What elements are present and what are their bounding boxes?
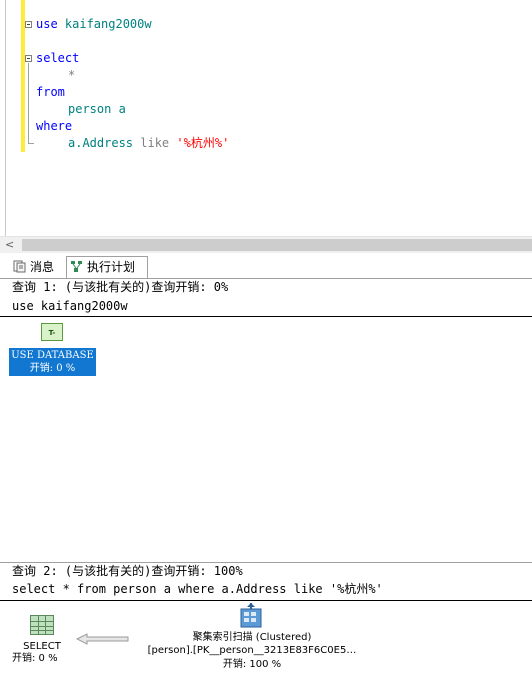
database-name: kaifang2000w bbox=[57, 17, 152, 31]
select-operator-icon[interactable] bbox=[30, 615, 54, 635]
code-line-4: from bbox=[36, 84, 65, 101]
tsql-icon[interactable]: T-SQL bbox=[41, 323, 63, 355]
scan-node-title: 聚集索引扫描 (Clustered) bbox=[192, 632, 312, 643]
column-ref: a.Address bbox=[68, 136, 134, 150]
code-line-2: select bbox=[36, 50, 79, 67]
query1-header: 查询 1: (与该批有关的)查询开销: 0% bbox=[12, 280, 229, 294]
query2-sql: select * from person a where a.Address l… bbox=[12, 582, 383, 596]
select-node-title: SELECT bbox=[23, 641, 61, 652]
query1-separator bbox=[0, 316, 532, 317]
query2-separator bbox=[0, 600, 532, 601]
string-literal: '%杭州%' bbox=[176, 136, 230, 150]
editor-horizontal-scrollbar[interactable]: < bbox=[0, 236, 532, 253]
use-database-node[interactable]: USE DATABASE 开销: 0 % bbox=[9, 348, 96, 376]
code-line-5: person a bbox=[68, 101, 126, 118]
query1-sql: use kaifang2000w bbox=[12, 299, 128, 313]
use-database-cost: 开销: 0 % bbox=[29, 363, 76, 374]
code-line-6: where bbox=[36, 118, 72, 135]
star: * bbox=[68, 68, 76, 82]
scroll-left-icon[interactable]: < bbox=[5, 237, 14, 253]
code-line-7: a.Address like '%杭州%' bbox=[68, 135, 229, 152]
editor-left-border bbox=[5, 0, 6, 236]
like-operator: like bbox=[133, 136, 177, 150]
clustered-index-scan-icon[interactable] bbox=[239, 603, 265, 631]
messages-icon bbox=[13, 260, 26, 273]
outline-line bbox=[28, 63, 29, 143]
data-flow-arrow-icon bbox=[76, 633, 129, 645]
keyword: select bbox=[36, 51, 80, 65]
results-tab-bar: 消息 执行计划 bbox=[0, 253, 532, 279]
outline-end bbox=[28, 143, 34, 144]
keyword: from bbox=[36, 85, 65, 99]
code-line-3: * bbox=[68, 67, 75, 84]
scan-node-cost: 开销: 100 % bbox=[222, 659, 282, 670]
select-node-cost: 开销: 0 % bbox=[12, 653, 58, 664]
keyword: use bbox=[36, 17, 58, 31]
table-alias: person a bbox=[68, 102, 126, 116]
keyword: where bbox=[36, 119, 73, 133]
tab-execution-plan[interactable]: 执行计划 bbox=[66, 256, 148, 278]
query2-header: 查询 2: (与该批有关的)查询开销: 100% bbox=[12, 564, 243, 578]
sql-editor[interactable]: use kaifang2000w select * from person a … bbox=[0, 0, 532, 236]
scrollbar-thumb[interactable] bbox=[22, 239, 532, 251]
execution-plan-icon bbox=[71, 261, 82, 272]
tab-execution-plan-label: 执行计划 bbox=[87, 260, 136, 274]
tab-messages[interactable]: 消息 bbox=[10, 257, 62, 277]
tab-messages-label: 消息 bbox=[30, 260, 55, 274]
scan-node-object: [person].[PK__person__3213E83F6C0E5… bbox=[147, 645, 357, 656]
collapse-use-icon[interactable] bbox=[25, 21, 32, 28]
collapse-select-icon[interactable] bbox=[25, 55, 32, 62]
code-line-1: use kaifang2000w bbox=[36, 16, 152, 33]
use-database-title: USE DATABASE bbox=[11, 350, 94, 361]
